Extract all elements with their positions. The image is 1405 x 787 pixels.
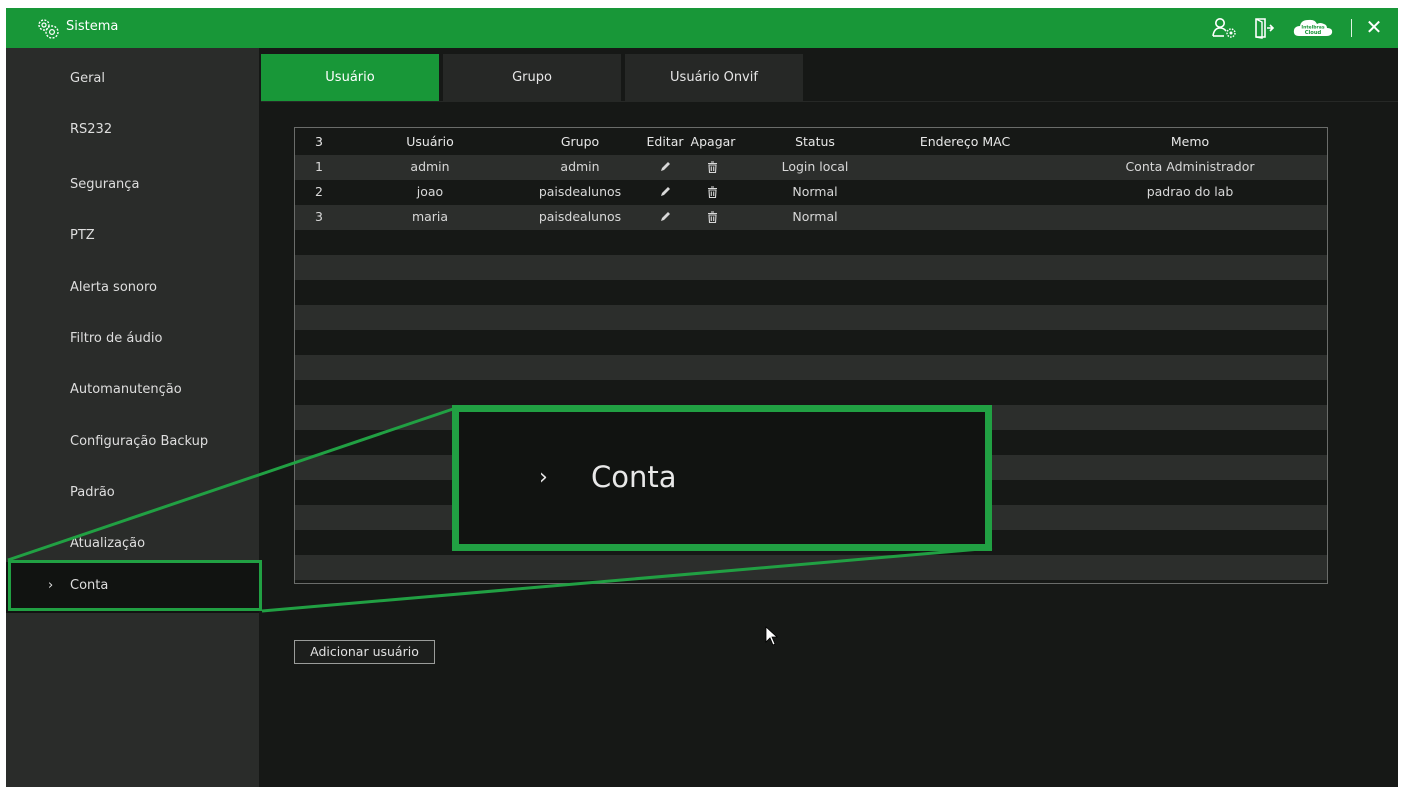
row-group: admin bbox=[560, 159, 600, 174]
table-header: 3 Usuário Grupo Editar Apagar Status End… bbox=[295, 130, 1327, 155]
row-group: paisdealunos bbox=[538, 184, 622, 199]
sidebar-item-alerta-sonoro[interactable]: Alerta sonoro bbox=[6, 269, 259, 309]
sidebar-item-label: Alerta sonoro bbox=[70, 280, 157, 295]
close-icon[interactable]: ✕ bbox=[1362, 15, 1386, 39]
header-delete: Apagar bbox=[690, 134, 736, 149]
zoom-callout-label: Conta bbox=[591, 460, 677, 494]
edit-icon[interactable] bbox=[659, 161, 671, 173]
sidebar-item-ptz[interactable]: PTZ bbox=[6, 217, 259, 257]
cloud-badge-label: Cloud bbox=[1305, 30, 1322, 36]
tab-usuario-onvif[interactable]: Usuário Onvif bbox=[625, 54, 803, 102]
row-status: Login local bbox=[781, 159, 849, 174]
tab-grupo[interactable]: Grupo bbox=[443, 54, 621, 102]
header-memo: Memo bbox=[1170, 134, 1210, 149]
user-settings-icon[interactable] bbox=[1212, 17, 1238, 39]
table-row-empty bbox=[295, 380, 1327, 405]
sidebar-item-label: Padrão bbox=[70, 485, 115, 500]
edit-icon[interactable] bbox=[659, 186, 671, 198]
cloud-icon[interactable]: Intelbras Cloud bbox=[1293, 18, 1333, 38]
row-memo: padrao do lab bbox=[1146, 184, 1234, 199]
delete-icon[interactable] bbox=[707, 186, 718, 198]
sidebar-item-label: Configuração Backup bbox=[70, 434, 209, 449]
sidebar-item-padrao[interactable]: Padrão bbox=[6, 474, 259, 514]
table-row[interactable]: 2 joao paisdealunos Normal padrao do lab bbox=[295, 180, 1327, 205]
sidebar-item-rs232[interactable]: RS232 bbox=[6, 111, 259, 151]
delete-icon[interactable] bbox=[707, 161, 718, 173]
row-number: 1 bbox=[315, 159, 323, 174]
sidebar-item-configuracao-backup[interactable]: Configuração Backup bbox=[6, 423, 259, 463]
window-title: Sistema bbox=[66, 19, 119, 34]
table-row-empty bbox=[295, 255, 1327, 280]
sidebar-item-label: Filtro de áudio bbox=[70, 331, 163, 346]
tab-usuario[interactable]: Usuário bbox=[261, 54, 439, 102]
sidebar-item-atualizacao[interactable]: Atualização bbox=[6, 525, 259, 565]
row-user: joao bbox=[416, 184, 444, 199]
sidebar-item-filtro-de-audio[interactable]: Filtro de áudio bbox=[6, 320, 259, 360]
sidebar: Geral RS232 Segurança PTZ Alerta sonoro … bbox=[6, 48, 259, 787]
zoom-callout: › Conta bbox=[452, 405, 992, 551]
header-count: 3 bbox=[315, 134, 323, 149]
table-row-empty bbox=[295, 330, 1327, 355]
row-user: admin bbox=[410, 159, 450, 174]
table-row-empty bbox=[295, 305, 1327, 330]
sidebar-item-label: PTZ bbox=[70, 228, 95, 243]
sidebar-item-label: Geral bbox=[70, 71, 105, 86]
header-user: Usuário bbox=[406, 134, 454, 149]
header-status: Status bbox=[795, 134, 835, 149]
sidebar-item-label: Atualização bbox=[70, 536, 146, 551]
sidebar-item-automanutencao[interactable]: Automanutenção bbox=[6, 371, 259, 411]
header-edit: Editar bbox=[646, 134, 684, 149]
chevron-right-icon: › bbox=[539, 465, 548, 490]
edit-icon[interactable] bbox=[659, 211, 671, 223]
table-row-empty bbox=[295, 355, 1327, 380]
add-user-button[interactable]: Adicionar usuário bbox=[294, 640, 435, 664]
table-row[interactable]: 3 maria paisdealunos Normal bbox=[295, 205, 1327, 230]
row-status: Normal bbox=[792, 184, 838, 199]
delete-icon[interactable] bbox=[707, 211, 718, 223]
logout-icon[interactable] bbox=[1253, 17, 1275, 39]
settings-icon bbox=[38, 19, 59, 39]
sidebar-item-label: Segurança bbox=[70, 177, 140, 192]
mouse-cursor-icon bbox=[765, 626, 779, 646]
tab-underline bbox=[261, 101, 1398, 102]
row-status: Normal bbox=[792, 209, 838, 224]
row-number: 2 bbox=[315, 184, 323, 199]
table-row-empty bbox=[295, 280, 1327, 305]
row-group: paisdealunos bbox=[538, 209, 622, 224]
table-row-empty bbox=[295, 555, 1327, 580]
row-memo: Conta Administrador bbox=[1125, 159, 1255, 174]
app-window: Sistema Intelbras Cloud ✕ Geral RS232 Se… bbox=[6, 8, 1398, 787]
sidebar-item-geral[interactable]: Geral bbox=[6, 60, 259, 100]
sidebar-highlight-box bbox=[8, 560, 262, 611]
table-row[interactable]: 1 admin admin Login local Conta Administ… bbox=[295, 155, 1327, 180]
row-user: maria bbox=[411, 209, 449, 224]
title-bar: Sistema Intelbras Cloud ✕ bbox=[6, 8, 1398, 48]
row-number: 3 bbox=[315, 209, 323, 224]
sidebar-item-label: Automanutenção bbox=[70, 382, 182, 397]
sidebar-item-label: RS232 bbox=[70, 122, 113, 137]
header-mac: Endereço MAC bbox=[919, 134, 1011, 149]
table-row-empty bbox=[295, 230, 1327, 255]
header-group: Grupo bbox=[560, 134, 600, 149]
titlebar-divider bbox=[1351, 19, 1352, 37]
sidebar-item-seguranca[interactable]: Segurança bbox=[6, 166, 259, 206]
